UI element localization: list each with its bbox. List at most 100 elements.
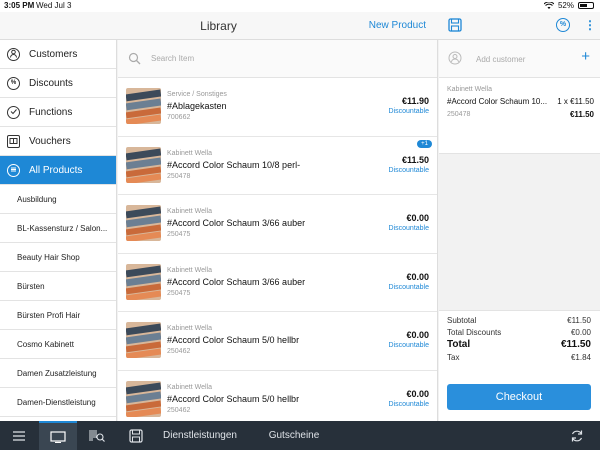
product-name: #Accord Color Schaum 10/8 perl-: [167, 159, 301, 170]
sidebar-category-item[interactable]: Cosmo Kabinett: [0, 330, 116, 359]
product-category: Kabinett Wella: [167, 325, 213, 332]
save-tab-button[interactable]: [117, 421, 155, 450]
subtotal-value: €11.50: [567, 316, 591, 325]
sync-button[interactable]: [562, 421, 592, 450]
status-time: 3:05 PM: [4, 1, 35, 10]
product-thumbnail: [126, 88, 161, 124]
product-thumbnail: [126, 146, 161, 183]
product-sku: 250462: [167, 406, 191, 414]
sidebar-category-item[interactable]: Damen-Dienstleistung: [0, 388, 116, 417]
product-row[interactable]: Service / Sonstiges #Ablagekasten 700662 €1…: [118, 78, 437, 137]
person-icon: [7, 47, 20, 61]
discounts-row: Total Discounts €0.00: [447, 328, 591, 337]
product-category: Service / Sonstiges: [167, 91, 227, 98]
save-icon[interactable]: [448, 18, 462, 32]
sidebar-item-label: Discounts: [29, 77, 73, 89]
status-right: 52%: [543, 1, 594, 10]
menu-button[interactable]: [0, 421, 38, 450]
sidebar-category-item[interactable]: BL-Kassensturz / Salon...: [0, 214, 116, 243]
gutscheine-label: Gutscheine: [268, 430, 320, 441]
header: Library New Product % ⋮: [0, 12, 600, 40]
sidebar-item-label: Functions: [29, 106, 73, 118]
sidebar-item-all-products[interactable]: All Products: [0, 156, 116, 185]
product-category: Kabinett Wella: [167, 383, 213, 391]
tax-value: €1.84: [570, 353, 591, 362]
tablet-icon: [50, 430, 66, 443]
product-price: €0.00: [406, 388, 429, 399]
product-row[interactable]: Kabinett Wella #Accord Color Schaum 5/0 h…: [118, 370, 437, 421]
cart-item-category: Kabinett Wella: [447, 86, 493, 93]
total-value: €11.50: [560, 339, 591, 350]
sidebar-category-item[interactable]: Ausbildung: [0, 185, 116, 214]
sidebar-item-functions[interactable]: Functions: [0, 98, 116, 127]
product-price: €11.90: [401, 96, 429, 106]
product-name: #Ablagekasten: [167, 101, 227, 111]
product-price: €0.00: [406, 330, 429, 340]
sidebar-item-vouchers[interactable]: Vouchers: [0, 127, 116, 156]
dienstleistungen-label: Dienstleistungen: [163, 430, 237, 441]
sidebar-category-item[interactable]: Beauty Hair Shop: [0, 243, 116, 272]
product-sku: 250475: [167, 289, 191, 297]
sync-icon: [571, 430, 583, 441]
tax-row: Tax €1.84: [447, 353, 591, 362]
search-input[interactable]: Search Item: [151, 54, 194, 63]
library-tab[interactable]: [39, 421, 77, 450]
product-thumbnail: [126, 263, 161, 300]
product-sku: 250475: [167, 231, 191, 238]
product-row[interactable]: Kabinett Wella #Accord Color Schaum 5/0 h…: [118, 312, 437, 371]
discountable-label: Discountable: [388, 342, 429, 349]
bottom-bar: Dienstleistungen Gutscheine: [0, 421, 600, 450]
product-category: Kabinett Wella: [167, 208, 213, 215]
product-thumbnail: [126, 322, 161, 358]
sidebar-item-customers[interactable]: Customers: [0, 40, 116, 69]
gutscheine-tab[interactable]: Gutscheine: [262, 421, 326, 450]
status-date: Wed Jul 3: [36, 1, 72, 10]
product-row[interactable]: Kabinett Wella #Accord Color Schaum 3/66 …: [118, 195, 437, 254]
dienstleistungen-tab[interactable]: Dienstleistungen: [160, 421, 240, 450]
checkout-button[interactable]: Checkout: [447, 384, 591, 410]
discounts-value: €0.00: [570, 328, 591, 337]
cart-item-sku: 250478: [447, 111, 471, 118]
discountable-label: Discountable: [388, 400, 429, 408]
add-customer-placeholder: Add customer: [476, 55, 526, 64]
cart-totals: Subtotal €11.50 Total Discounts €0.00 To…: [439, 310, 600, 421]
barcode-search-icon: [89, 429, 105, 442]
discounts-label: Total Discounts: [447, 328, 502, 337]
add-customer-plus-icon[interactable]: +: [581, 49, 590, 65]
cart-item-price: €11.50: [569, 110, 594, 119]
cart-item-name: #Accord Color Schaum 10...: [447, 97, 548, 106]
barcode-search-button[interactable]: [78, 421, 116, 450]
sidebar-category-item[interactable]: Damen Zusatzleistung: [0, 359, 116, 388]
sidebar-item-label: All Products: [29, 164, 83, 176]
sidebar-item-label: Customers: [29, 48, 78, 60]
sidebar-category-item[interactable]: Bürsten Profi Hair: [0, 301, 116, 330]
product-thumbnail: [126, 205, 161, 241]
sidebar-item-discounts[interactable]: % Discounts: [0, 69, 116, 98]
product-name: #Accord Color Schaum 3/66 auber: [167, 276, 306, 287]
menu-icon: [13, 430, 25, 441]
new-product-button[interactable]: New Product: [369, 20, 426, 31]
quantity-badge: +1: [417, 139, 432, 148]
user-icon: [448, 51, 462, 65]
add-customer-row[interactable]: Add customer +: [439, 40, 600, 78]
save-icon: [129, 428, 143, 443]
discount-button[interactable]: %: [556, 18, 570, 32]
product-sku: 700662: [167, 114, 191, 121]
discountable-label: Discountable: [388, 108, 429, 115]
product-name: #Accord Color Schaum 5/0 hellbr: [167, 335, 300, 345]
more-icon[interactable]: ⋮: [584, 18, 596, 32]
product-sku: 250462: [167, 348, 191, 355]
discountable-label: Discountable: [388, 283, 429, 291]
sidebar: Customers % Discounts Functions Vouchers…: [0, 40, 117, 421]
product-thumbnail: [126, 380, 161, 417]
status-bar: 3:05 PM Wed Jul 3 52%: [0, 0, 600, 12]
product-name: #Accord Color Schaum 3/66 auber: [167, 218, 306, 228]
sidebar-category-item[interactable]: Bürsten: [0, 272, 116, 301]
product-price: €11.50: [401, 154, 429, 165]
search-bar[interactable]: Search Item: [118, 40, 437, 78]
cart-item[interactable]: Kabinett Wella #Accord Color Schaum 10..…: [439, 78, 600, 154]
discountable-label: Discountable: [388, 166, 429, 174]
search-icon: [128, 52, 141, 65]
product-row[interactable]: Kabinett Wella #Accord Color Schaum 3/66 …: [118, 253, 437, 312]
product-row[interactable]: Kabinett Wella #Accord Color Schaum 10/8 …: [118, 136, 437, 195]
